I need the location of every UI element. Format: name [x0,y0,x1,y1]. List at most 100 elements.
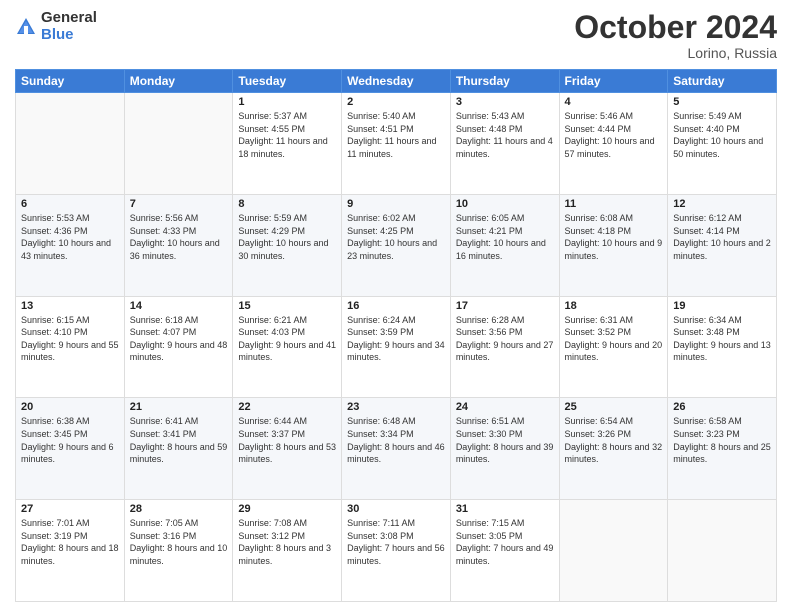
table-row: 16 Sunrise: 6:24 AMSunset: 3:59 PMDayligh… [342,296,451,398]
day-info: Sunrise: 6:44 AMSunset: 3:37 PMDaylight:… [238,415,336,465]
day-info: Sunrise: 7:15 AMSunset: 3:05 PMDaylight:… [456,517,554,567]
day-info: Sunrise: 6:38 AMSunset: 3:45 PMDaylight:… [21,415,119,465]
day-info: Sunrise: 6:48 AMSunset: 3:34 PMDaylight:… [347,415,445,465]
table-row: 10Sunrise: 6:05 AMSunset: 4:21 PMDayligh… [450,194,559,296]
calendar-week-4: 20 Sunrise: 6:38 AMSunset: 3:45 PMDayligh… [16,398,777,500]
table-row: 19 Sunrise: 6:34 AMSunset: 3:48 PMDayligh… [668,296,777,398]
calendar-week-1: 1Sunrise: 5:37 AMSunset: 4:55 PMDaylight… [16,93,777,195]
day-number: 8 [238,198,336,210]
day-info: Sunrise: 6:28 AMSunset: 3:56 PMDaylight:… [456,314,554,364]
day-info: Sunrise: 6:08 AMSunset: 4:18 PMDaylight:… [565,212,663,262]
col-monday: Monday [124,70,233,93]
table-row: 21 Sunrise: 6:41 AMSunset: 3:41 PMDayligh… [124,398,233,500]
calendar-header-row: Sunday Monday Tuesday Wednesday Thursday… [16,70,777,93]
day-info: Sunrise: 6:51 AMSunset: 3:30 PMDaylight:… [456,415,554,465]
day-info: Sunrise: 7:01 AMSunset: 3:19 PMDaylight:… [21,517,119,567]
table-row: 13 Sunrise: 6:15 AMSunset: 4:10 PMDayligh… [16,296,125,398]
day-number: 16 [347,300,445,312]
day-number: 28 [130,503,228,515]
page: General Blue October 2024 Lorino, Russia… [0,0,792,612]
day-info: Sunrise: 5:56 AMSunset: 4:33 PMDaylight:… [130,212,228,262]
day-info: Sunrise: 7:05 AMSunset: 3:16 PMDaylight:… [130,517,228,567]
day-info: Sunrise: 5:49 AMSunset: 4:40 PMDaylight:… [673,110,771,160]
day-number: 10 [456,198,554,210]
day-info: Sunrise: 7:11 AMSunset: 3:08 PMDaylight:… [347,517,445,567]
day-number: 21 [130,401,228,413]
table-row: 3 Sunrise: 5:43 AMSunset: 4:48 PMDaylight… [450,93,559,195]
day-info: Sunrise: 6:41 AMSunset: 3:41 PMDaylight:… [130,415,228,465]
table-row: 31 Sunrise: 7:15 AMSunset: 3:05 PMDayligh… [450,500,559,602]
day-number: 29 [238,503,336,515]
day-number: 20 [21,401,119,413]
table-row: 9Sunrise: 6:02 AMSunset: 4:25 PMDaylight… [342,194,451,296]
table-row: 27Sunrise: 7:01 AMSunset: 3:19 PMDayligh… [16,500,125,602]
table-row: 17Sunrise: 6:28 AMSunset: 3:56 PMDayligh… [450,296,559,398]
day-number: 31 [456,503,554,515]
day-number: 12 [673,198,771,210]
table-row: 26 Sunrise: 6:58 AMSunset: 3:23 PMDayligh… [668,398,777,500]
day-number: 24 [456,401,554,413]
calendar-week-5: 27Sunrise: 7:01 AMSunset: 3:19 PMDayligh… [16,500,777,602]
day-info: Sunrise: 5:37 AMSunset: 4:55 PMDaylight:… [238,110,336,160]
day-info: Sunrise: 6:34 AMSunset: 3:48 PMDaylight:… [673,314,771,364]
header: General Blue October 2024 Lorino, Russia [15,10,777,61]
logo-text: General Blue [41,10,97,43]
table-row: 23 Sunrise: 6:48 AMSunset: 3:34 PMDayligh… [342,398,451,500]
table-row: 11 Sunrise: 6:08 AMSunset: 4:18 PMDayligh… [559,194,668,296]
day-info: Sunrise: 6:58 AMSunset: 3:23 PMDaylight:… [673,415,771,465]
day-number: 11 [565,198,663,210]
table-row: 15 Sunrise: 6:21 AMSunset: 4:03 PMDayligh… [233,296,342,398]
day-info: Sunrise: 6:15 AMSunset: 4:10 PMDaylight:… [21,314,119,364]
table-row: 7 Sunrise: 5:56 AMSunset: 4:33 PMDaylight… [124,194,233,296]
day-info: Sunrise: 7:08 AMSunset: 3:12 PMDaylight:… [238,517,336,567]
logo-blue-label: Blue [41,27,97,44]
table-row [668,500,777,602]
table-row: 4 Sunrise: 5:46 AMSunset: 4:44 PMDaylight… [559,93,668,195]
day-info: Sunrise: 5:43 AMSunset: 4:48 PMDaylight:… [456,110,554,160]
logo-icon [15,16,37,38]
month-title: October 2024 [574,10,777,45]
logo-general-label: General [41,10,97,27]
day-info: Sunrise: 6:21 AMSunset: 4:03 PMDaylight:… [238,314,336,364]
day-number: 25 [565,401,663,413]
table-row: 28 Sunrise: 7:05 AMSunset: 3:16 PMDayligh… [124,500,233,602]
day-number: 18 [565,300,663,312]
table-row: 24 Sunrise: 6:51 AMSunset: 3:30 PMDayligh… [450,398,559,500]
table-row: 18Sunrise: 6:31 AMSunset: 3:52 PMDayligh… [559,296,668,398]
day-info: Sunrise: 6:24 AMSunset: 3:59 PMDaylight:… [347,314,445,364]
day-number: 14 [130,300,228,312]
day-number: 23 [347,401,445,413]
location: Lorino, Russia [574,45,777,61]
day-number: 19 [673,300,771,312]
day-number: 7 [130,198,228,210]
table-row: 2 Sunrise: 5:40 AMSunset: 4:51 PMDaylight… [342,93,451,195]
day-info: Sunrise: 6:54 AMSunset: 3:26 PMDaylight:… [565,415,663,465]
day-number: 13 [21,300,119,312]
day-number: 15 [238,300,336,312]
day-number: 30 [347,503,445,515]
table-row: 8 Sunrise: 5:59 AMSunset: 4:29 PMDaylight… [233,194,342,296]
day-number: 26 [673,401,771,413]
day-info: Sunrise: 5:59 AMSunset: 4:29 PMDaylight:… [238,212,336,262]
day-number: 22 [238,401,336,413]
day-info: Sunrise: 6:02 AMSunset: 4:25 PMDaylight:… [347,212,445,262]
col-wednesday: Wednesday [342,70,451,93]
table-row [16,93,125,195]
col-friday: Friday [559,70,668,93]
table-row [124,93,233,195]
table-row [559,500,668,602]
day-number: 4 [565,96,663,108]
col-thursday: Thursday [450,70,559,93]
day-info: Sunrise: 5:46 AMSunset: 4:44 PMDaylight:… [565,110,663,160]
table-row: 14Sunrise: 6:18 AMSunset: 4:07 PMDayligh… [124,296,233,398]
table-row: 22 Sunrise: 6:44 AMSunset: 3:37 PMDayligh… [233,398,342,500]
logo: General Blue [15,10,97,43]
day-number: 3 [456,96,554,108]
day-info: Sunrise: 5:53 AMSunset: 4:36 PMDaylight:… [21,212,119,262]
table-row: 25 Sunrise: 6:54 AMSunset: 3:26 PMDayligh… [559,398,668,500]
col-tuesday: Tuesday [233,70,342,93]
day-info: Sunrise: 5:40 AMSunset: 4:51 PMDaylight:… [347,110,445,160]
table-row: 29 Sunrise: 7:08 AMSunset: 3:12 PMDayligh… [233,500,342,602]
calendar-table: Sunday Monday Tuesday Wednesday Thursday… [15,69,777,602]
day-number: 2 [347,96,445,108]
